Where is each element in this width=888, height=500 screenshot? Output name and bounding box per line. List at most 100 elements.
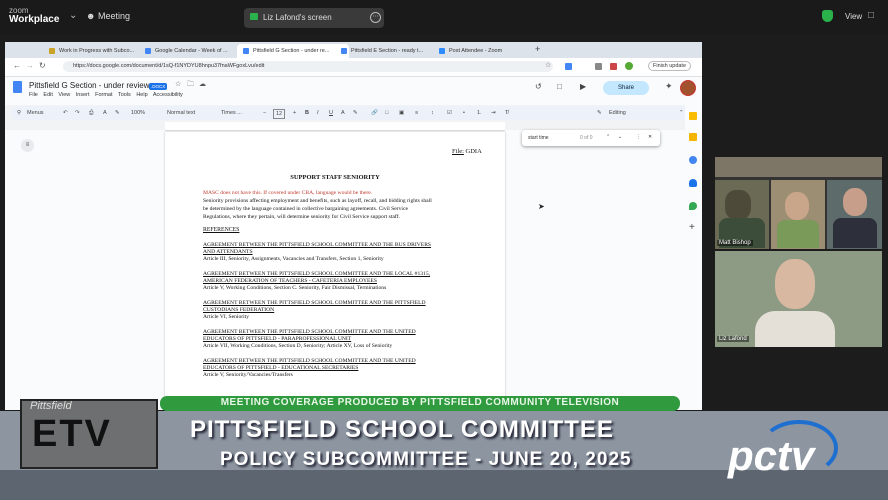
clear-format-icon[interactable]: T̸ — [505, 106, 508, 120]
find-prev-icon[interactable]: ⌃ — [606, 134, 610, 140]
menu-edit[interactable]: Edit — [43, 92, 52, 98]
add-addon-icon[interactable]: + — [689, 222, 695, 233]
browser-tab[interactable]: Google Calendar - Week of ... — [139, 44, 251, 58]
comments-icon[interactable]: □ — [557, 82, 562, 91]
font-size-decrease-icon[interactable]: − — [263, 106, 266, 120]
menus-search[interactable]: Menus — [27, 106, 44, 120]
url-field[interactable]: https://docs.google.com/document/d/1sQ-f… — [63, 61, 553, 72]
pctv-logo: pctv — [728, 432, 815, 479]
profile-avatar[interactable] — [625, 62, 633, 70]
extension-icon[interactable] — [595, 63, 602, 70]
contacts-icon[interactable] — [689, 179, 697, 187]
gemini-sparkle-icon[interactable]: ✦ — [665, 81, 673, 92]
more-options-icon[interactable]: ⋯ — [370, 12, 381, 23]
highlight-icon[interactable]: ✎ — [353, 106, 358, 120]
side-panel-rail: + — [685, 102, 702, 402]
meet-camera-icon[interactable]: ▶ — [580, 82, 586, 91]
video-tile[interactable] — [827, 180, 882, 249]
find-box: start time 0 of 0 ⌃ ⌄ ⋮ ✕ — [522, 130, 660, 146]
chevron-down-icon[interactable]: ⌄ — [69, 10, 77, 21]
star-icon[interactable]: ☆ — [175, 80, 181, 88]
finish-update-button[interactable]: Finish update — [648, 61, 692, 71]
agreement-title: EDUCATORS OF PITTSFIELD - PARAPROFESSION… — [203, 336, 352, 342]
editing-pencil-icon[interactable]: ✎ — [597, 106, 602, 120]
address-bar: ← → ↻ https://docs.google.com/document/d… — [5, 58, 702, 77]
video-tile[interactable] — [715, 180, 769, 249]
close-icon[interactable]: ✕ — [648, 134, 652, 140]
window-restore-icon[interactable]: □ — [868, 10, 874, 21]
menu-help[interactable]: Help — [136, 92, 147, 98]
find-input[interactable]: start time — [528, 135, 549, 141]
numbered-list-icon[interactable]: 1. — [477, 106, 482, 120]
image-icon[interactable]: ▣ — [399, 106, 404, 120]
menu-file[interactable]: File — [29, 92, 38, 98]
collapse-toolbar-icon[interactable]: ⌃ — [679, 106, 684, 120]
new-tab-plus-icon[interactable]: + — [535, 44, 540, 54]
browser-tab[interactable]: Pittsfield E Section - ready t... — [335, 44, 447, 58]
find-next-icon[interactable]: ⌄ — [618, 134, 622, 140]
align-icon[interactable]: ≡ — [415, 106, 418, 120]
editing-mode-select[interactable]: Editing — [609, 106, 626, 120]
menu-tools[interactable]: Tools — [118, 92, 131, 98]
browser-tab-active[interactable]: Pittsfield G Section - under re... — [237, 44, 349, 58]
underline-icon[interactable]: U — [329, 106, 333, 120]
comment-icon[interactable]: □ — [385, 106, 388, 120]
italic-icon[interactable]: I — [317, 106, 319, 120]
docs-logo-icon[interactable] — [13, 81, 22, 93]
document-title[interactable]: Pittsfield G Section - under review — [29, 81, 150, 90]
redo-icon[interactable]: ↷ — [75, 106, 80, 120]
share-button[interactable]: Share — [603, 81, 649, 95]
review-comment: MASC does not have this. If covered unde… — [203, 190, 373, 196]
agreement-title: AGREEMENT BETWEEN THE PITTSFIELD SCHOOL … — [203, 358, 416, 364]
etv-logo-text: ETV — [32, 413, 112, 455]
find-options-icon[interactable]: ⋮ — [636, 134, 641, 140]
print-icon[interactable]: ⎙ — [89, 106, 93, 120]
font-size-increase-icon[interactable]: + — [293, 106, 296, 120]
tab-favicon-icon — [439, 48, 445, 54]
security-shield-icon[interactable] — [822, 10, 833, 22]
ruler[interactable] — [165, 122, 505, 131]
link-icon[interactable]: 🔗 — [371, 106, 378, 120]
extension-icon[interactable] — [610, 63, 617, 70]
browser-tab[interactable]: Work in Progress with Subco... — [43, 44, 153, 58]
calendar-icon[interactable] — [689, 156, 697, 164]
avatar[interactable] — [680, 80, 696, 96]
menu-view[interactable]: View — [58, 92, 70, 98]
keep-icon[interactable] — [689, 112, 697, 120]
forward-arrow-icon[interactable]: → — [26, 61, 34, 70]
bookmark-star-icon[interactable]: ☆ — [545, 61, 551, 69]
search-menus-icon[interactable]: ⚲ — [17, 106, 21, 120]
font-size-input[interactable]: 12 — [273, 109, 286, 119]
video-tile[interactable] — [771, 180, 825, 249]
coverage-banner-text: MEETING COVERAGE PRODUCED BY PITTSFIELD … — [220, 397, 620, 408]
spellcheck-icon[interactable]: A — [103, 106, 107, 120]
text-color-icon[interactable]: A — [341, 106, 345, 120]
menu-format[interactable]: Format — [95, 92, 112, 98]
bold-icon[interactable]: B — [305, 106, 309, 120]
reload-icon[interactable]: ↻ — [39, 61, 46, 70]
view-menu[interactable]: View — [845, 12, 862, 21]
line-spacing-icon[interactable]: ↕ — [431, 106, 434, 120]
history-icon[interactable]: ↺ — [535, 82, 542, 91]
font-select[interactable]: Times ... — [221, 106, 242, 120]
menu-accessibility[interactable]: Accessibility — [153, 92, 183, 98]
maps-icon[interactable] — [689, 202, 697, 210]
document-page[interactable]: File: GDIA SUPPORT STAFF SENIORITY MASC … — [165, 132, 505, 410]
style-select[interactable]: Normal text — [167, 106, 195, 120]
undo-icon[interactable]: ↶ — [63, 106, 68, 120]
bullet-list-icon[interactable]: • — [463, 106, 465, 120]
checklist-icon[interactable]: ☑ — [447, 106, 452, 120]
paint-format-icon[interactable]: ✎ — [115, 106, 120, 120]
outline-icon[interactable]: ≡ — [21, 139, 34, 152]
zoom-select[interactable]: 100% — [131, 106, 145, 120]
video-tile-active-speaker[interactable] — [715, 251, 882, 347]
extension-icon[interactable] — [565, 63, 572, 70]
tasks-icon[interactable] — [689, 133, 697, 141]
meeting-menu[interactable]: Meeting — [98, 11, 130, 21]
move-folder-icon[interactable]: 🗀 — [187, 80, 194, 91]
browser-tab[interactable]: Post Attendee - Zoom — [433, 44, 545, 58]
tab-favicon-icon — [341, 48, 347, 54]
menu-insert[interactable]: Insert — [76, 92, 90, 98]
indent-icon[interactable]: ⇥ — [491, 106, 496, 120]
back-arrow-icon[interactable]: ← — [13, 61, 21, 70]
